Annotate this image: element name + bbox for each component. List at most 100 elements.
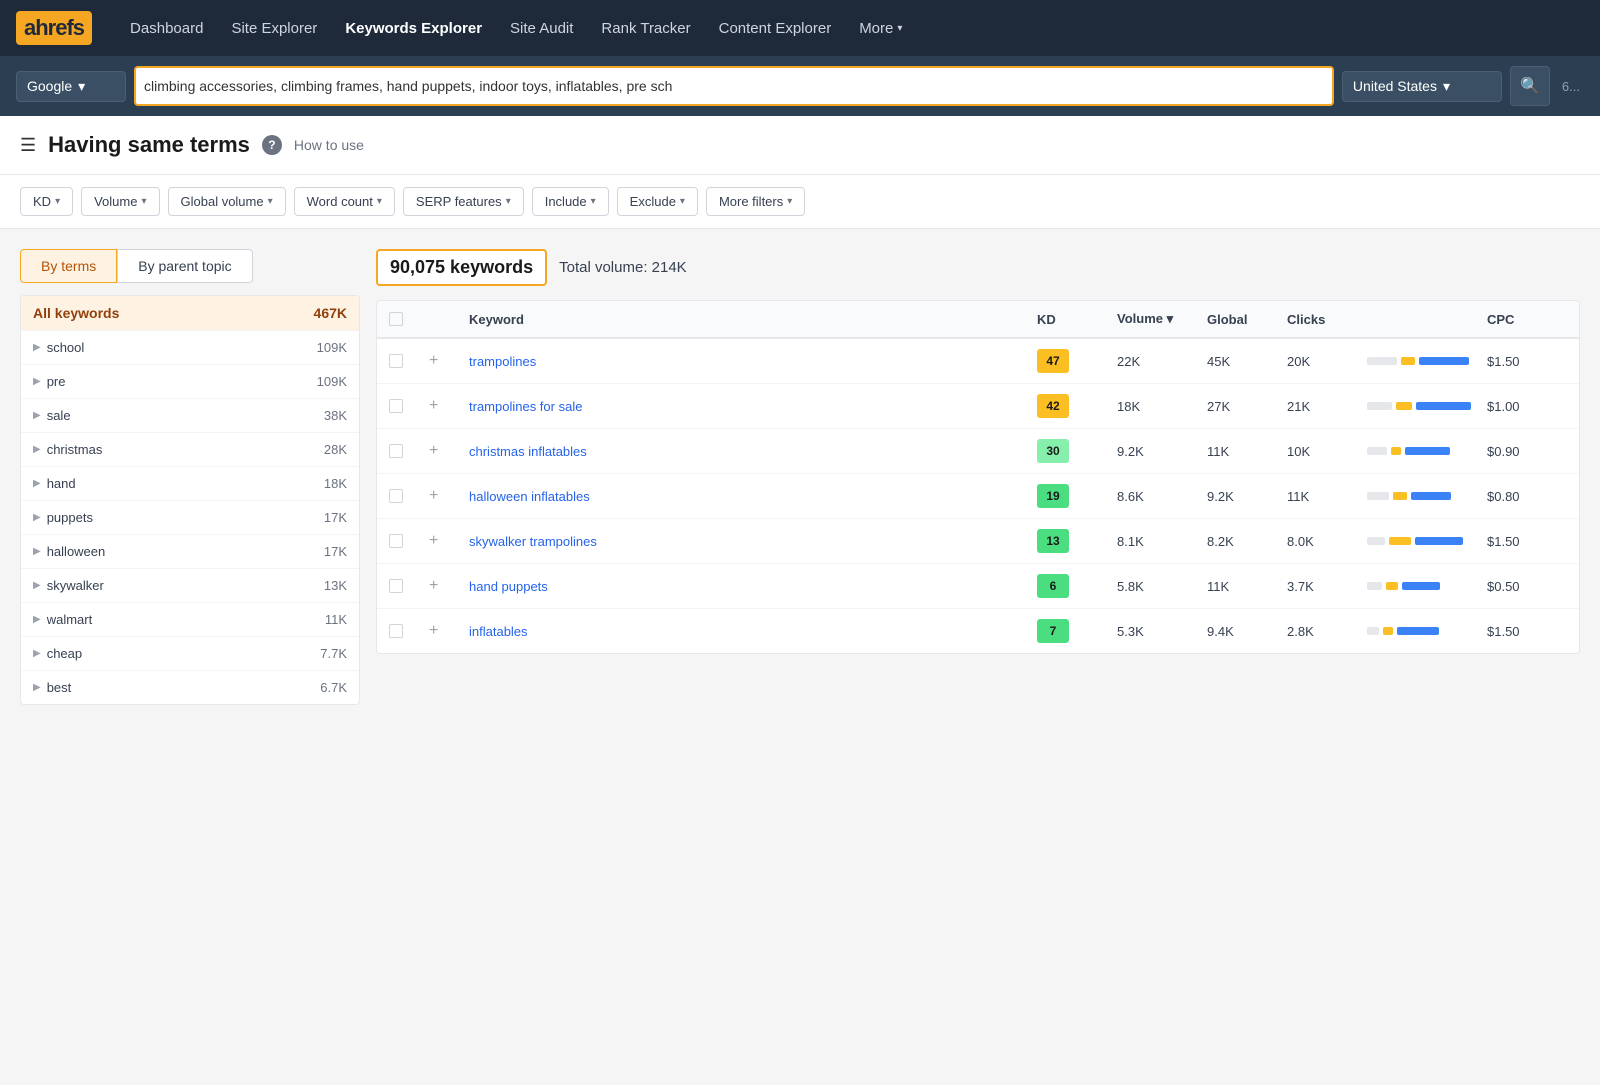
global-volume-filter[interactable]: Global volume ▾ xyxy=(168,187,286,216)
tab-switcher: By terms By parent topic xyxy=(20,249,360,283)
keyword-link[interactable]: skywalker trampolines xyxy=(469,534,597,549)
keyword-link[interactable]: trampolines for sale xyxy=(469,399,582,414)
list-item[interactable]: ▶ hand 18K xyxy=(21,467,359,501)
select-all-checkbox[interactable] xyxy=(389,312,403,326)
mini-bar xyxy=(1367,492,1487,500)
row-arrow-icon: ▶ xyxy=(33,546,41,557)
row-checkbox[interactable] xyxy=(389,579,403,593)
cpc-cell: $0.80 xyxy=(1487,489,1567,504)
nav-keywords-explorer[interactable]: Keywords Explorer xyxy=(331,0,496,56)
total-volume: Total volume: 214K xyxy=(559,259,687,276)
logo[interactable]: ahrefs xyxy=(16,11,92,45)
nav-more[interactable]: More ▾ xyxy=(845,0,916,56)
sidebar-all-keywords[interactable]: All keywords 467K xyxy=(21,296,359,331)
table-row: + skywalker trampolines 13 8.1K 8.2K 8.0… xyxy=(377,519,1579,564)
keyword-link[interactable]: trampolines xyxy=(469,354,536,369)
kd-filter[interactable]: KD ▾ xyxy=(20,187,73,216)
sidebar-table: All keywords 467K ▶ school 109K ▶ pre 10… xyxy=(20,295,360,705)
tab-by-parent-topic[interactable]: By parent topic xyxy=(117,249,252,283)
help-icon[interactable]: ? xyxy=(262,135,282,155)
add-keyword-button[interactable]: + xyxy=(429,442,438,459)
keyword-link[interactable]: christmas inflatables xyxy=(469,444,587,459)
country-label: United States xyxy=(1353,78,1437,94)
more-filters-button[interactable]: More filters ▾ xyxy=(706,187,805,216)
exclude-filter[interactable]: Exclude ▾ xyxy=(617,187,698,216)
nav-site-audit[interactable]: Site Audit xyxy=(496,0,587,56)
global-cell: 9.2K xyxy=(1207,489,1287,504)
table-row: + trampolines 47 22K 45K 20K $1.50 xyxy=(377,339,1579,384)
list-item[interactable]: ▶ christmas 28K xyxy=(21,433,359,467)
tab-by-terms[interactable]: By terms xyxy=(20,249,117,283)
serp-features-filter[interactable]: SERP features ▾ xyxy=(403,187,524,216)
global-col-header: Global xyxy=(1207,312,1287,327)
bar-gray xyxy=(1367,582,1382,590)
search-input[interactable] xyxy=(144,78,1324,94)
bar-gray xyxy=(1367,357,1397,365)
bar-yellow xyxy=(1383,627,1393,635)
row-checkbox[interactable] xyxy=(389,354,403,368)
add-keyword-button[interactable]: + xyxy=(429,532,438,549)
row-arrow-icon: ▶ xyxy=(33,648,41,659)
nav-site-explorer[interactable]: Site Explorer xyxy=(217,0,331,56)
bar-blue xyxy=(1405,447,1450,455)
list-item[interactable]: ▶ halloween 17K xyxy=(21,535,359,569)
volume-filter[interactable]: Volume ▾ xyxy=(81,187,159,216)
keyword-link[interactable]: inflatables xyxy=(469,624,528,639)
row-arrow-icon: ▶ xyxy=(33,478,41,489)
list-item[interactable]: ▶ school 109K xyxy=(21,331,359,365)
cpc-cell: $1.50 xyxy=(1487,534,1567,549)
engine-select[interactable]: Google ▾ xyxy=(16,71,126,102)
keyword-link[interactable]: hand puppets xyxy=(469,579,548,594)
bar-blue xyxy=(1411,492,1451,500)
cpc-cell: $0.50 xyxy=(1487,579,1567,594)
add-keyword-button[interactable]: + xyxy=(429,397,438,414)
nav-rank-tracker[interactable]: Rank Tracker xyxy=(587,0,704,56)
row-checkbox[interactable] xyxy=(389,624,403,638)
row-checkbox[interactable] xyxy=(389,534,403,548)
add-keyword-button[interactable]: + xyxy=(429,487,438,504)
volume-cell: 8.1K xyxy=(1117,534,1207,549)
list-item[interactable]: ▶ cheap 7.7K xyxy=(21,637,359,671)
search-button[interactable]: 🔍 xyxy=(1510,66,1550,106)
bar-blue xyxy=(1419,357,1469,365)
list-item[interactable]: ▶ pre 109K xyxy=(21,365,359,399)
add-keyword-button[interactable]: + xyxy=(429,577,438,594)
row-checkbox[interactable] xyxy=(389,399,403,413)
top-navigation: ahrefs Dashboard Site Explorer Keywords … xyxy=(0,0,1600,56)
clicks-cell: 2.8K xyxy=(1287,624,1367,639)
how-to-use-link[interactable]: How to use xyxy=(294,137,364,153)
list-item[interactable]: ▶ skywalker 13K xyxy=(21,569,359,603)
keyword-link[interactable]: halloween inflatables xyxy=(469,489,590,504)
row-checkbox[interactable] xyxy=(389,489,403,503)
kd-badge: 13 xyxy=(1037,529,1069,553)
list-item[interactable]: ▶ walmart 11K xyxy=(21,603,359,637)
header-checkbox-col xyxy=(389,312,429,326)
volume-col-header[interactable]: Volume ▾ xyxy=(1117,311,1207,327)
keywords-count-badge: 90,075 keywords xyxy=(376,249,547,286)
results-header: 90,075 keywords Total volume: 214K xyxy=(376,249,1580,286)
add-keyword-button[interactable]: + xyxy=(429,352,438,369)
hamburger-icon[interactable]: ☰ xyxy=(20,135,36,156)
list-item[interactable]: ▶ best 6.7K xyxy=(21,671,359,704)
country-select[interactable]: United States ▾ xyxy=(1342,71,1502,102)
nav-dashboard[interactable]: Dashboard xyxy=(116,0,217,56)
kd-badge: 19 xyxy=(1037,484,1069,508)
list-item[interactable]: ▶ sale 38K xyxy=(21,399,359,433)
word-count-filter[interactable]: Word count ▾ xyxy=(294,187,395,216)
list-item[interactable]: ▶ puppets 17K xyxy=(21,501,359,535)
kd-col-header: KD xyxy=(1037,312,1117,327)
kd-chevron-icon: ▾ xyxy=(55,196,60,207)
mini-bar xyxy=(1367,447,1487,455)
table-row: + inflatables 7 5.3K 9.4K 2.8K $1.50 xyxy=(377,609,1579,653)
volume-cell: 5.3K xyxy=(1117,624,1207,639)
row-arrow-icon: ▶ xyxy=(33,410,41,421)
row-checkbox[interactable] xyxy=(389,444,403,458)
clicks-cell: 21K xyxy=(1287,399,1367,414)
nav-content-explorer[interactable]: Content Explorer xyxy=(705,0,846,56)
sidebar-header-label: All keywords xyxy=(33,305,119,321)
table-row: + trampolines for sale 42 18K 27K 21K $1… xyxy=(377,384,1579,429)
exclude-chevron-icon: ▾ xyxy=(680,196,685,207)
include-filter[interactable]: Include ▾ xyxy=(532,187,609,216)
search-bar: Google ▾ United States ▾ 🔍 6... xyxy=(0,56,1600,116)
add-keyword-button[interactable]: + xyxy=(429,622,438,639)
